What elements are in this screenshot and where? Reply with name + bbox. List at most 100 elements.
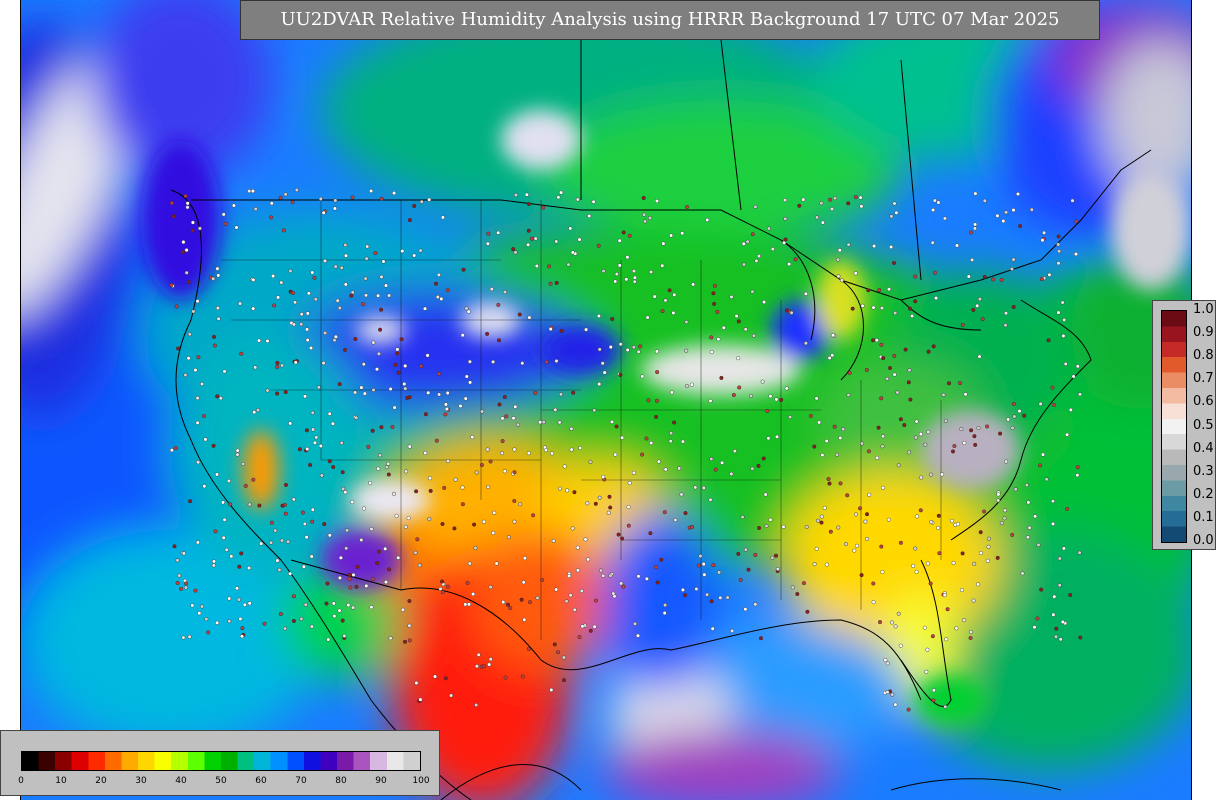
station-dot <box>213 529 218 534</box>
station-dot <box>435 295 440 300</box>
station-dot <box>952 444 957 449</box>
station-dot <box>575 568 580 573</box>
station-dot <box>500 439 505 444</box>
station-dot <box>327 459 332 464</box>
station-dot <box>781 524 786 529</box>
station-dot <box>251 306 256 311</box>
station-dot <box>896 463 901 468</box>
station-dot <box>736 319 741 324</box>
station-dot <box>215 620 220 625</box>
station-dot <box>883 658 888 663</box>
station-dot <box>649 441 654 446</box>
humidity-map <box>21 0 1191 800</box>
station-dot <box>914 419 919 424</box>
station-dot <box>841 427 846 432</box>
station-dot <box>932 270 937 275</box>
station-dot <box>943 418 948 423</box>
station-dot <box>423 412 428 417</box>
station-dot <box>242 602 247 607</box>
station-dot <box>343 347 348 352</box>
station-dot <box>624 277 629 282</box>
station-dot <box>656 459 661 464</box>
station-dot <box>593 598 598 603</box>
station-dot <box>337 575 342 580</box>
station-dot <box>318 196 323 201</box>
station-dot <box>301 564 306 569</box>
station-dot <box>311 427 316 432</box>
station-dot <box>570 250 575 255</box>
station-dot <box>587 213 592 218</box>
station-dot <box>376 466 381 471</box>
station-dot <box>309 624 314 629</box>
station-dot <box>929 472 934 477</box>
station-dot <box>770 555 775 560</box>
station-dot <box>403 386 408 391</box>
station-dot <box>617 238 622 243</box>
station-dot <box>280 503 285 508</box>
colorbar-tick-label: 1.0 <box>1193 302 1214 317</box>
station-dot <box>893 702 898 707</box>
station-dot <box>696 563 701 568</box>
station-dot <box>465 580 470 585</box>
station-dot <box>310 507 315 512</box>
station-dot <box>568 226 573 231</box>
station-dot <box>188 499 193 504</box>
station-dot <box>962 618 967 623</box>
station-dot <box>667 288 672 293</box>
station-dot <box>1012 414 1017 419</box>
station-dot <box>885 661 890 666</box>
station-dot <box>627 233 632 238</box>
station-dot <box>517 312 522 317</box>
station-dot <box>396 555 401 560</box>
station-dot <box>1022 413 1027 418</box>
station-dot <box>224 547 229 552</box>
station-dot <box>898 417 903 422</box>
station-dot <box>860 441 865 446</box>
station-dot <box>746 567 751 572</box>
station-dot <box>839 278 844 283</box>
station-dot <box>877 288 882 293</box>
station-dot <box>694 587 699 592</box>
station-dot <box>982 198 987 203</box>
station-dot <box>996 492 1001 497</box>
station-dot <box>485 241 490 246</box>
station-dot <box>765 408 770 413</box>
station-dot <box>275 558 280 563</box>
station-dot <box>689 382 694 387</box>
station-dot <box>888 366 893 371</box>
station-dot <box>559 328 564 333</box>
station-dot <box>487 662 492 667</box>
station-dot <box>936 200 941 205</box>
station-dot <box>1070 198 1075 203</box>
station-dot <box>388 387 393 392</box>
station-dot <box>876 425 881 430</box>
station-dot <box>770 247 775 252</box>
station-dot <box>300 510 305 515</box>
station-dot <box>494 561 499 566</box>
station-dot <box>655 198 660 203</box>
station-dot <box>649 270 654 275</box>
station-dot <box>925 647 930 652</box>
station-dot <box>428 488 433 493</box>
station-dot <box>339 440 344 445</box>
station-dot <box>601 573 606 578</box>
station-dot <box>390 425 395 430</box>
station-dot <box>1054 626 1059 631</box>
station-dot <box>544 448 549 453</box>
station-dot <box>705 592 710 597</box>
station-dot <box>1053 634 1058 639</box>
station-dot <box>721 325 726 330</box>
station-dot <box>294 187 299 192</box>
station-dot <box>169 283 174 288</box>
station-dot <box>996 498 1001 503</box>
station-dot <box>832 424 837 429</box>
station-dot <box>803 291 808 296</box>
station-dot <box>750 232 755 237</box>
station-dot <box>625 348 630 353</box>
station-dot <box>754 258 759 263</box>
station-dot <box>203 437 208 442</box>
station-dot <box>951 560 956 565</box>
station-dot <box>784 386 789 391</box>
station-dot <box>663 603 668 608</box>
colorbar-tick-label: 0.3 <box>1193 463 1214 479</box>
